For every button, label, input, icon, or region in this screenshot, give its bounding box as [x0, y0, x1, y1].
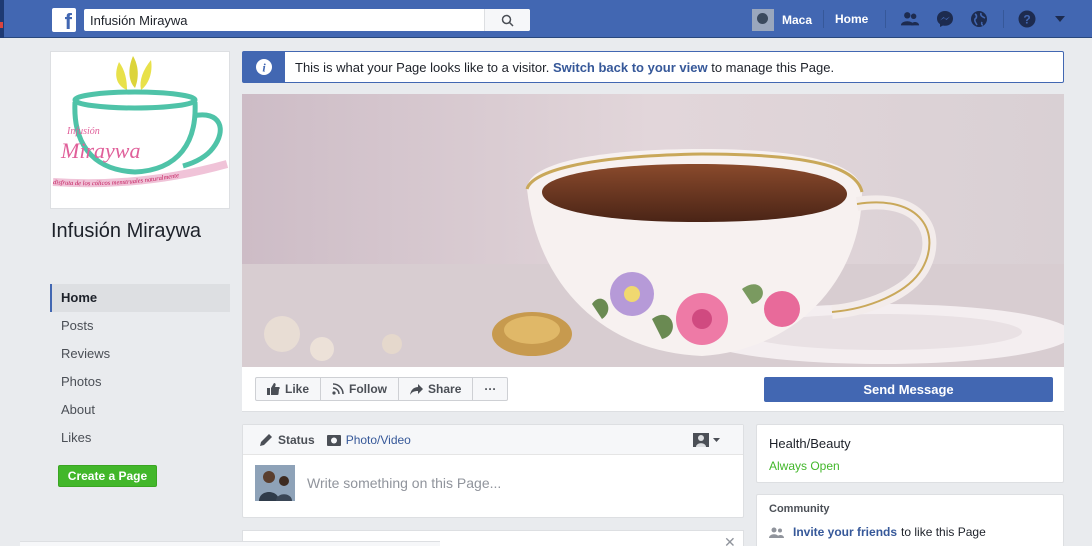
- top-navigation-bar: f Maca Home ?: [0, 0, 1092, 38]
- thumbs-up-icon: [267, 383, 280, 395]
- opening-hours: Always Open: [769, 459, 840, 473]
- nav-item-about[interactable]: About: [50, 396, 230, 424]
- home-link[interactable]: Home: [835, 12, 868, 26]
- teacup-image: [242, 94, 1064, 367]
- page-title[interactable]: Infusión Miraywa: [51, 220, 231, 243]
- follow-label: Follow: [349, 382, 388, 396]
- help-icon[interactable]: ?: [1017, 10, 1037, 28]
- user-name: Maca: [782, 13, 813, 27]
- photo-tab-label: Photo/Video: [345, 432, 411, 447]
- page-info-card: Health/Beauty Always Open: [756, 424, 1064, 483]
- page-category[interactable]: Health/Beauty: [769, 436, 1051, 451]
- composer-avatar: [255, 465, 295, 501]
- pencil-icon: [260, 433, 272, 446]
- bottom-chat-strip: [20, 541, 440, 546]
- nav-item-photos[interactable]: Photos: [50, 368, 230, 396]
- tab-status[interactable]: Status: [259, 433, 315, 447]
- facebook-logo[interactable]: f: [52, 8, 76, 34]
- messenger-icon[interactable]: [935, 10, 955, 28]
- rss-icon: [332, 383, 344, 395]
- action-button-group: Like Follow Share ···: [255, 377, 509, 401]
- nav-divider: [823, 10, 824, 28]
- follow-button[interactable]: Follow: [321, 378, 400, 400]
- composer-body[interactable]: Write something on this Page...: [243, 455, 743, 511]
- camera-icon: [326, 434, 341, 446]
- cover-photo[interactable]: [242, 94, 1064, 367]
- profile-switcher-icon: [693, 433, 720, 447]
- share-label: Share: [428, 382, 462, 396]
- caret-down-icon[interactable]: [1050, 10, 1070, 28]
- write-post-input[interactable]: Write something on this Page...: [307, 475, 501, 491]
- window-edge-marker: [0, 22, 3, 28]
- search-box[interactable]: [84, 9, 530, 31]
- like-button[interactable]: Like: [256, 378, 322, 400]
- user-avatar: [752, 9, 774, 31]
- nav-item-likes[interactable]: Likes: [50, 424, 230, 452]
- invite-suffix: to like this Page: [901, 525, 986, 539]
- search-button[interactable]: [484, 9, 530, 31]
- invite-friends-link[interactable]: Invite your friends: [793, 525, 897, 539]
- window-edge: [0, 0, 4, 38]
- post-composer: Status Photo/Video Write something on th…: [242, 424, 744, 518]
- search-icon: [501, 14, 514, 27]
- invite-friends-icon: [769, 527, 784, 538]
- like-label: Like: [285, 382, 310, 396]
- switch-view-link[interactable]: Switch back to your view: [553, 60, 708, 75]
- nav-item-posts[interactable]: Posts: [50, 312, 230, 340]
- close-icon[interactable]: ✕: [724, 534, 736, 546]
- profile-picture[interactable]: Infusión Miraywa disfruta de los cólicos…: [50, 51, 230, 209]
- composer-tabs: Status Photo/Video: [243, 425, 743, 455]
- banner-prefix: This is what your Page looks like to a v…: [295, 59, 550, 75]
- audience-selector[interactable]: [693, 433, 721, 447]
- more-options-button[interactable]: ···: [473, 378, 507, 400]
- community-title: Community: [769, 503, 830, 515]
- banner-message: This is what your Page looks like to a v…: [285, 60, 834, 75]
- create-page-button[interactable]: Create a Page: [58, 465, 157, 487]
- page-action-bar: Like Follow Share ··· Send Message: [242, 367, 1064, 412]
- visitor-view-banner: i This is what your Page looks like to a…: [242, 51, 1064, 83]
- info-icon: i: [243, 52, 285, 82]
- page-logo: Infusión Miraywa disfruta de los cólicos…: [51, 52, 229, 208]
- search-input[interactable]: [84, 9, 474, 31]
- status-tab-label: Status: [278, 432, 315, 447]
- logo-text-line1: Infusión: [66, 126, 100, 137]
- invite-row: Invite your friends to like this Page: [769, 525, 1051, 539]
- svg-text:?: ?: [1023, 13, 1030, 27]
- nav-item-home[interactable]: Home: [50, 284, 230, 312]
- share-button[interactable]: Share: [399, 378, 474, 400]
- send-message-button[interactable]: Send Message: [764, 377, 1053, 402]
- banner-suffix: to manage this Page.: [711, 59, 835, 75]
- nav-divider: [885, 10, 886, 28]
- friends-icon[interactable]: [900, 10, 920, 28]
- profile-link[interactable]: Maca: [752, 9, 812, 31]
- nav-item-reviews[interactable]: Reviews: [50, 340, 230, 368]
- logo-text-line2: Miraywa: [60, 138, 140, 163]
- page-navigation: Home Posts Reviews Photos About Likes: [50, 284, 230, 452]
- nav-divider: [1003, 10, 1004, 28]
- globe-icon[interactable]: [969, 10, 989, 28]
- share-arrow-icon: [410, 383, 424, 395]
- community-card: Community Invite your friends to like th…: [756, 494, 1064, 546]
- tab-photo-video[interactable]: Photo/Video: [326, 432, 411, 447]
